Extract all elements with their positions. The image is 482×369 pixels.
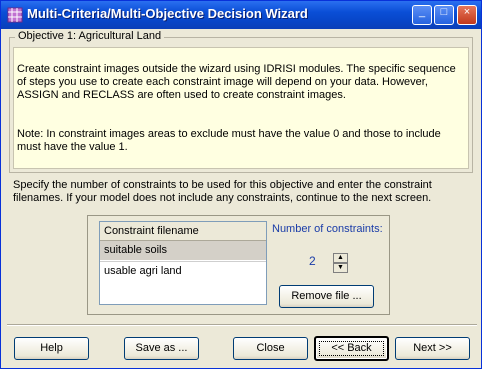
back-button[interactable]: << Back xyxy=(314,336,389,361)
close-button[interactable]: Close xyxy=(233,337,308,360)
minimize-icon: _ xyxy=(418,6,426,18)
instructions-text: Specify the number of constraints to be … xyxy=(13,179,432,204)
minimize-button[interactable]: _ xyxy=(412,5,432,25)
constraint-count-value: 2 xyxy=(309,254,316,268)
app-grid-icon xyxy=(7,7,23,23)
info-note-panel: Create constraint images outside the wiz… xyxy=(13,47,469,169)
window-title: Multi-Criteria/Multi-Objective Decision … xyxy=(27,6,308,21)
save-as-button[interactable]: Save as ... xyxy=(124,337,199,360)
title-bar[interactable]: Multi-Criteria/Multi-Objective Decision … xyxy=(1,1,481,29)
maximize-button[interactable]: □ xyxy=(434,5,454,25)
number-of-constraints-label: Number of constraints: xyxy=(272,223,383,235)
help-button[interactable]: Help xyxy=(14,337,89,360)
table-row[interactable]: suitable soils xyxy=(100,241,266,260)
close-window-button[interactable]: × xyxy=(457,5,477,25)
footer-divider xyxy=(7,324,477,326)
column-header-constraint-filename[interactable]: Constraint filename xyxy=(100,222,266,241)
focus-rect xyxy=(319,341,384,356)
spin-down-arrow-icon[interactable]: ▼ xyxy=(333,263,348,273)
next-button[interactable]: Next >> xyxy=(395,337,470,360)
note-paragraph-2: Note: In constraint images areas to excl… xyxy=(17,128,441,153)
table-row[interactable]: usable agri land xyxy=(100,261,266,280)
constraint-table[interactable]: Constraint filename suitable soils usabl… xyxy=(99,221,267,305)
spin-up-arrow-icon[interactable]: ▲ xyxy=(333,253,348,263)
objective-label: Objective 1: Agricultural Land xyxy=(15,30,165,42)
remove-file-button[interactable]: Remove file ... xyxy=(279,285,374,308)
maximize-icon: □ xyxy=(440,6,448,18)
note-paragraph-1: Create constraint images outside the wiz… xyxy=(17,63,456,101)
wizard-window: Multi-Criteria/Multi-Objective Decision … xyxy=(0,0,482,369)
close-icon: × xyxy=(463,6,471,18)
